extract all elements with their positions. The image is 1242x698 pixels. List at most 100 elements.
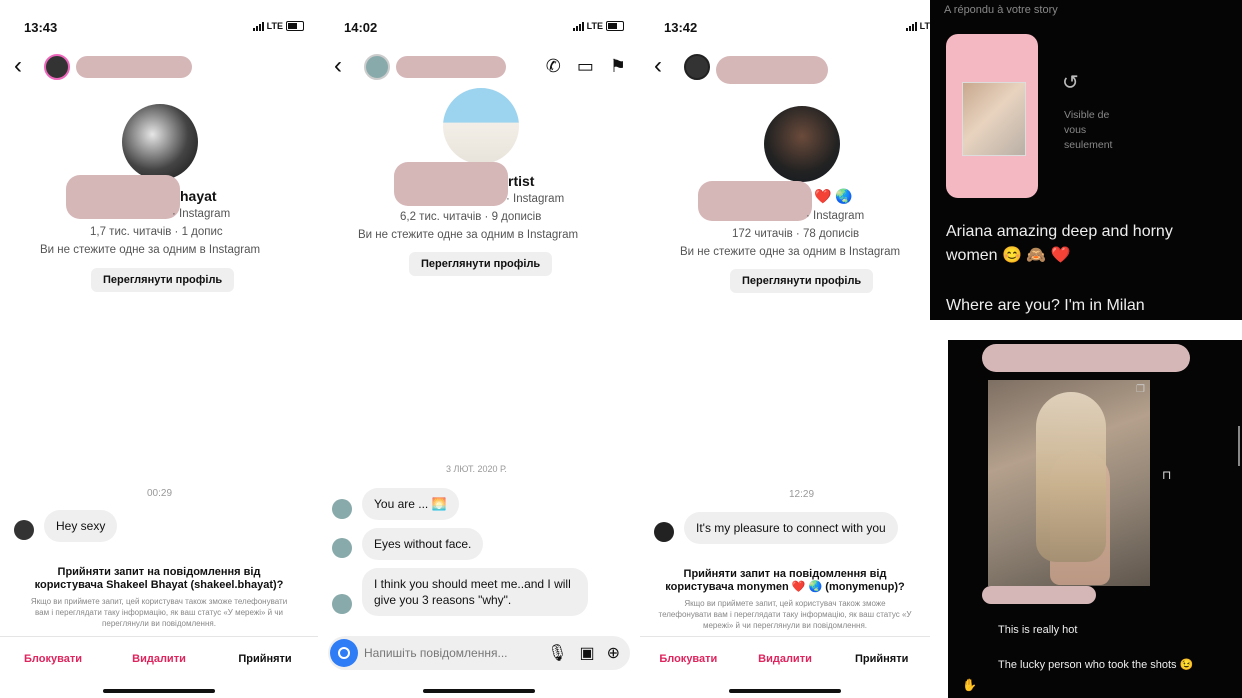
profile-handle-line: · Instagram: [806, 210, 865, 222]
message-bubble: I think you should meet me..and I will g…: [362, 568, 588, 616]
gallery-icon[interactable]: ▣: [579, 643, 594, 663]
bookmark-icon[interactable]: ⊓: [1162, 468, 1171, 482]
signal-icon: [572, 21, 584, 31]
story-preview[interactable]: [946, 34, 1038, 198]
avatar[interactable]: [364, 54, 390, 80]
request-title: Прийняти запит на повідомлення від корис…: [34, 566, 284, 591]
profile-name: hayat: [180, 188, 217, 204]
flag-icon[interactable]: ⚑: [610, 56, 626, 77]
redacted-name: [698, 181, 812, 221]
message-bubble: It's my pleasure to connect with you: [684, 512, 898, 544]
network-label: LTE: [266, 21, 283, 31]
network-label: LTE: [919, 21, 930, 31]
request-note: Якщо ви приймете запит, цей користувач т…: [30, 597, 288, 628]
back-icon[interactable]: ‹: [14, 54, 22, 78]
avatar[interactable]: [684, 54, 710, 80]
status-bar: 14:02 LTE: [320, 18, 638, 38]
avatar[interactable]: [44, 54, 70, 80]
network-label: LTE: [586, 21, 603, 31]
redacted-caption: [982, 586, 1096, 604]
profile-stats: 6,2 тис. читачів · 9 дописів: [400, 211, 542, 223]
chat-panel-2: 14:02 LTE ‹ ✆ ▭ ⚑ rtist · Instagram 6,2 …: [320, 0, 638, 698]
chat-header: ‹: [640, 50, 930, 84]
accept-button[interactable]: Прийняти: [212, 637, 318, 681]
chat-panel-3: 13:42 LTE ‹ ❤️ 🌏 · Instagram 172 читачів…: [640, 0, 930, 698]
video-icon[interactable]: ▭: [577, 56, 594, 77]
view-profile-button[interactable]: Переглянути профіль: [730, 269, 874, 293]
status-time: 14:02: [344, 20, 378, 35]
story-reply-message-2: Where are you? I'm in Milan: [946, 297, 1145, 314]
block-button[interactable]: Блокувати: [640, 637, 737, 681]
microphone-icon[interactable]: 🎙: [547, 643, 567, 663]
message-timestamp: 12:29: [789, 489, 815, 500]
message-input[interactable]: Напишіть повідомлення...: [364, 646, 507, 660]
delete-button[interactable]: Видалити: [737, 637, 834, 681]
wave-icon: ✋: [962, 678, 977, 692]
profile-name: ❤️ 🌏: [814, 188, 853, 204]
profile-avatar[interactable]: [122, 104, 198, 180]
story-photo: [962, 82, 1026, 156]
home-indicator: [729, 689, 841, 693]
request-title: Прийняти запит на повідомлення від корис…: [665, 568, 905, 593]
request-actions: Блокувати Видалити Прийняти: [640, 636, 930, 681]
date-separator: 3 ЛЮТ. 2020 Р.: [446, 464, 507, 474]
redacted-name: [66, 175, 180, 219]
delete-button[interactable]: Видалити: [106, 637, 212, 681]
chat-panel-1: 13:43 LTE ‹ hayat · Instagram 1,7 тис. ч…: [0, 0, 318, 698]
replay-icon: ↺: [1062, 72, 1079, 94]
profile-avatar[interactable]: [443, 88, 519, 164]
message-request: Прийняти запит на повідомлення від корис…: [640, 568, 930, 631]
block-button[interactable]: Блокувати: [0, 637, 106, 681]
network-indicator: LTE: [572, 21, 624, 31]
photo-hair: [1036, 392, 1106, 562]
sender-avatar: [14, 520, 34, 540]
message-composer[interactable]: Напишіть повідомлення... 🎙 ▣ ⊕: [328, 636, 630, 670]
signal-icon: [252, 21, 264, 31]
comment: This is really hot: [998, 624, 1078, 636]
visibility-note: Visible de vous seulement: [1064, 109, 1113, 151]
status-bar: 13:43 LTE: [0, 18, 318, 38]
profile-avatar[interactable]: [764, 106, 840, 182]
multi-photo-icon: ❐: [1136, 384, 1145, 395]
back-icon[interactable]: ‹: [654, 54, 662, 78]
status-bar: 13:42 LTE: [640, 18, 930, 38]
scrollbar[interactable]: [1238, 426, 1240, 466]
follow-status: Ви не стежите одне за одним в Instagram: [680, 246, 901, 258]
redacted-username: [716, 56, 828, 84]
profile-name: rtist: [508, 173, 535, 189]
battery-icon: [606, 21, 624, 31]
chat-header: ‹ ✆ ▭ ⚑: [320, 50, 638, 84]
phone-icon[interactable]: ✆: [546, 56, 561, 77]
follow-status: Ви не стежите одне за одним в Instagram: [40, 244, 261, 256]
profile-stats: 1,7 тис. читачів · 1 допис: [90, 226, 223, 238]
message-bubble: Eyes without face.: [362, 528, 484, 560]
home-indicator: [423, 689, 535, 693]
sender-avatar: [332, 499, 352, 519]
follow-status: Ви не стежите одне за одним в Instagram: [358, 229, 579, 241]
chat-header: ‹: [0, 50, 318, 84]
comment-2: The lucky person who took the shots 😉: [998, 659, 1194, 671]
composer-actions: 🎙 ▣ ⊕: [547, 643, 620, 663]
back-icon[interactable]: ‹: [334, 54, 342, 78]
battery-icon: [286, 21, 304, 31]
story-reply-message: Ariana amazing deep and horny women 😊 🙈 …: [946, 223, 1173, 264]
header-actions: ✆ ▭ ⚑: [546, 56, 626, 77]
camera-icon[interactable]: [330, 639, 358, 667]
story-reply-panel: A répondu à votre story ↺ Visible de vou…: [930, 0, 1242, 320]
message-bubble: Hey sexy: [44, 510, 118, 542]
status-time: 13:43: [24, 20, 58, 35]
redacted-username: [396, 56, 506, 78]
profile-handle-line: · Instagram: [506, 193, 565, 205]
story-reply-header: A répondu à votre story: [944, 4, 1058, 16]
signal-icon: [905, 21, 917, 31]
request-note: Якщо ви приймете запит, цей користувач т…: [658, 599, 912, 630]
accept-button[interactable]: Прийняти: [833, 637, 930, 681]
post-photo[interactable]: [988, 380, 1150, 586]
add-icon[interactable]: ⊕: [607, 643, 620, 663]
redacted-username: [76, 56, 192, 78]
view-profile-button[interactable]: Переглянути профіль: [91, 268, 235, 292]
message-timestamp: 00:29: [147, 488, 173, 499]
sender-avatar: [332, 594, 352, 614]
redacted-name: [394, 162, 508, 206]
view-profile-button[interactable]: Переглянути профіль: [409, 252, 553, 276]
